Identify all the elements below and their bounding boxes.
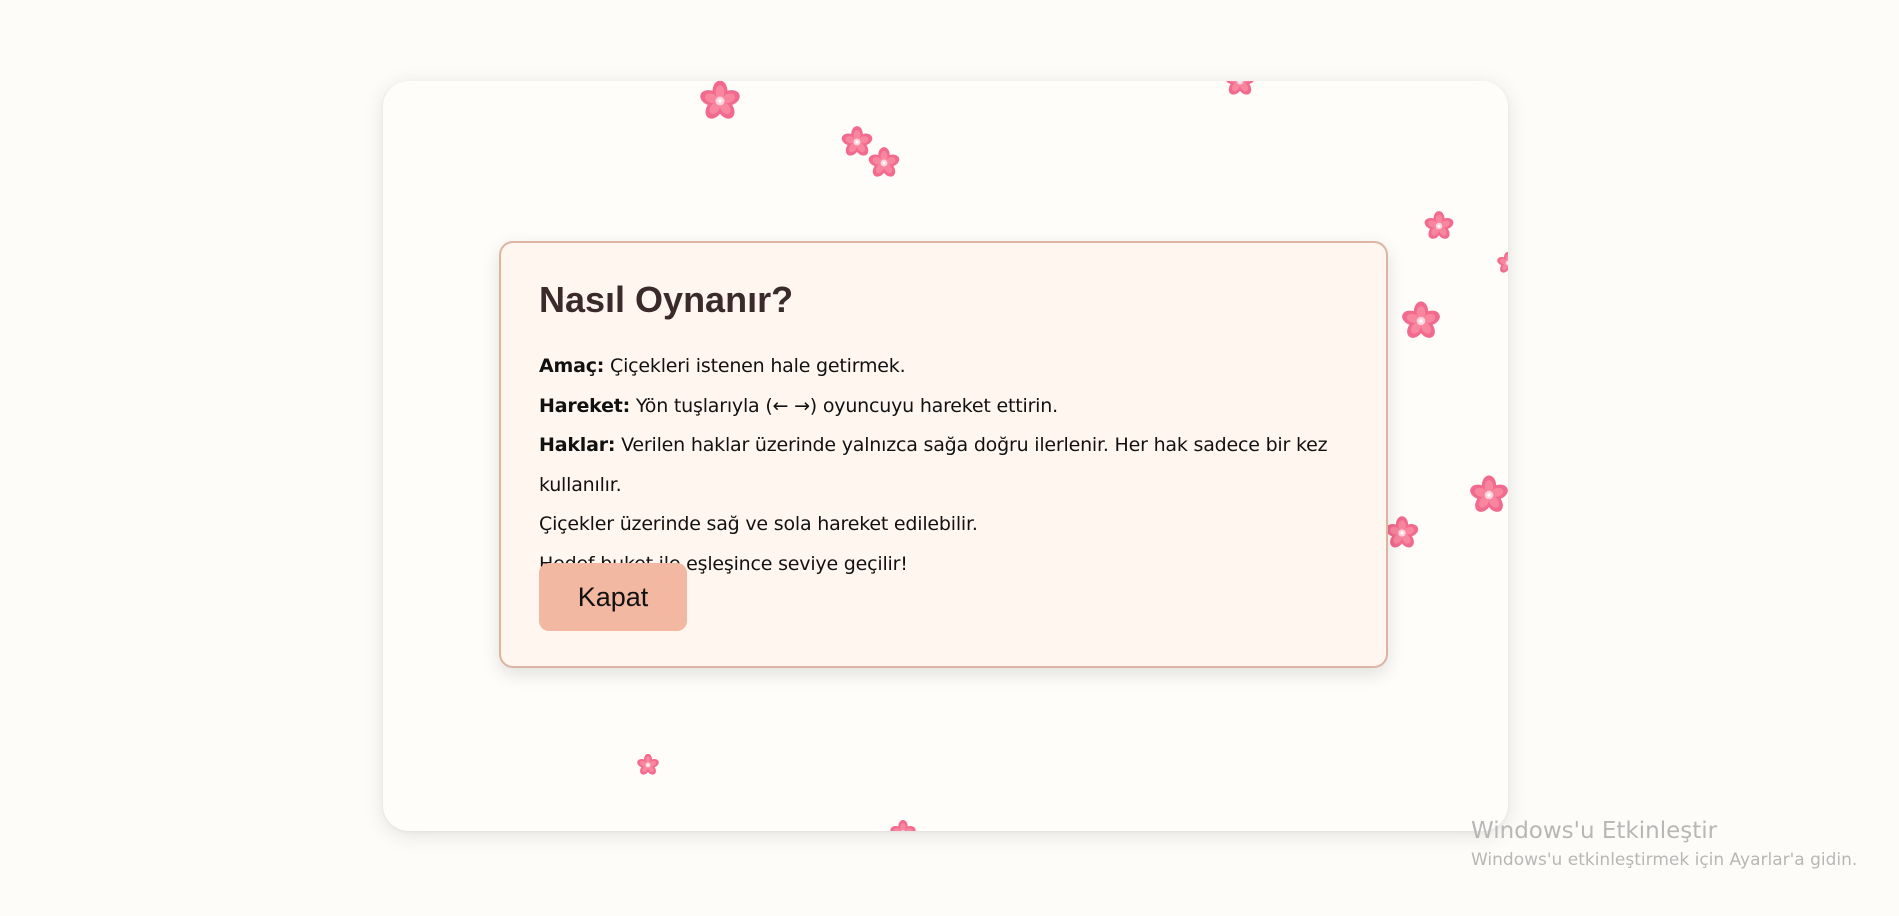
rule-label: Haklar: <box>539 434 616 456</box>
rule-text: Çiçekleri istenen hale getirmek. <box>604 355 906 377</box>
rule-rights: Haklar: Verilen haklar üzerinde yalnızca… <box>539 426 1348 505</box>
sakura-flower-icon <box>1468 475 1508 516</box>
how-to-play-dialog: Nasıl Oynanır? Amaç: Çiçekleri istenen h… <box>499 241 1388 668</box>
sakura-flower-icon <box>1384 516 1420 551</box>
sakura-flower-icon <box>698 81 742 122</box>
windows-activation-watermark: Windows'u Etkinleştir Windows'u etkinleş… <box>1471 816 1857 872</box>
game-screen: Nasıl Oynanır? Amaç: Çiçekleri istenen h… <box>0 0 1899 916</box>
dialog-title: Nasıl Oynanır? <box>539 279 794 320</box>
rule-text: Yön tuşlarıyla (← →) oyuncuyu hareket et… <box>630 394 1058 417</box>
sakura-flower-icon <box>1223 81 1257 98</box>
sakura-flower-icon <box>867 147 901 180</box>
watermark-title: Windows'u Etkinleştir <box>1471 818 1718 844</box>
rule-label: Hareket: <box>539 394 631 417</box>
sakura-flower-icon <box>1423 211 1455 242</box>
watermark-subtitle: Windows'u etkinleştirmek için Ayarlar'a … <box>1471 850 1858 870</box>
sakura-flower-icon <box>1496 251 1508 275</box>
rule-text: Çiçekler üzerinde sağ ve sola hareket ed… <box>539 513 978 535</box>
rule-flower-movement: Çiçekler üzerinde sağ ve sola hareket ed… <box>539 505 1348 545</box>
sakura-flower-icon <box>636 753 660 777</box>
rule-text: Verilen haklar üzerinde yalnızca sağa do… <box>539 434 1328 496</box>
sakura-flower-icon <box>889 819 917 831</box>
rule-goal: Amaç: Çiçekleri istenen hale getirmek. <box>539 347 1348 387</box>
close-button[interactable]: Kapat <box>539 563 687 631</box>
rule-label: Amaç: <box>539 355 605 377</box>
rule-movement: Hareket: Yön tuşlarıyla (← →) oyuncuyu h… <box>539 387 1348 427</box>
sakura-flower-icon <box>1400 301 1442 342</box>
